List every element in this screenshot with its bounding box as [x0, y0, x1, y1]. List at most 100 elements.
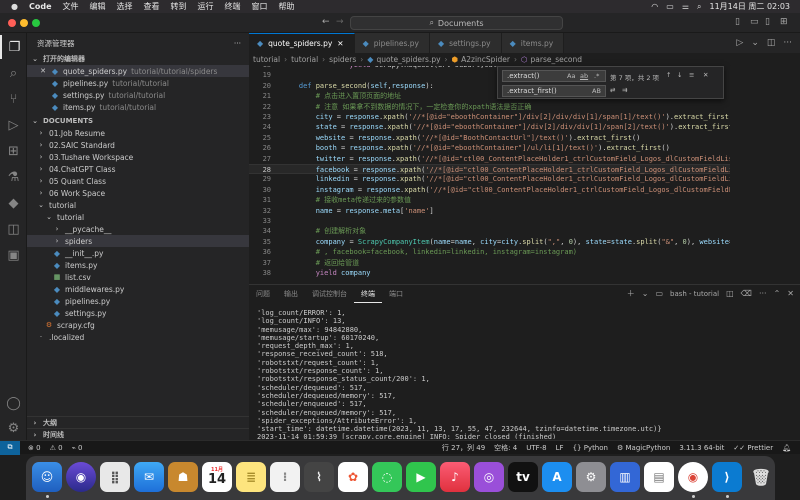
close-icon[interactable]: ✕ [39, 67, 47, 75]
menu-app-code[interactable]: Code [29, 2, 52, 11]
tree-folder[interactable]: › 06 Work Space [27, 187, 249, 199]
warnings-status[interactable]: ⚠ 0 [50, 444, 63, 452]
manage-gear-icon[interactable]: ⚙ [0, 416, 27, 440]
tree-file[interactable]: ◆ pipelines.py [27, 295, 249, 307]
finder-icon[interactable]: ☺ [32, 462, 62, 492]
tab-settings[interactable]: ◆ settings.py [429, 33, 502, 53]
tab-quote-spiders[interactable]: ◆ quote_spiders.py ✕ [249, 33, 355, 53]
tree-folder[interactable]: › __pycache__ [27, 223, 249, 235]
toggle-panel-icon[interactable]: ▭ [750, 17, 759, 27]
tree-folder-open[interactable]: ⌄ tutorial [27, 199, 249, 211]
split-editor-icon[interactable]: ◫ [767, 38, 776, 48]
next-match-icon[interactable]: ↓ [677, 71, 682, 79]
menu-run[interactable]: 运行 [198, 1, 214, 12]
remote-indicator-icon[interactable]: ⧉ [0, 440, 20, 455]
chevron-down-icon[interactable]: ⌄ [751, 38, 759, 48]
apple-icon[interactable]: ● [11, 2, 18, 11]
more-actions-icon[interactable]: ··· [759, 289, 767, 298]
run-debug-icon[interactable]: ▷ [0, 113, 27, 137]
find-in-selection-icon[interactable]: ≡ [689, 71, 694, 79]
ports-status[interactable]: ⌁ 0 [72, 444, 83, 452]
tab-items[interactable]: ◆ items.py [501, 33, 565, 53]
remote-explorer-icon[interactable]: ▣ [0, 243, 27, 267]
messages-icon[interactable]: ◌ [372, 462, 402, 492]
maximize-panel-icon[interactable]: ⌃ [774, 289, 781, 298]
tab-problems[interactable]: 问题 [249, 285, 277, 303]
run-python-icon[interactable]: ▷ [736, 38, 743, 48]
tree-folder[interactable]: › 05 Quant Class [27, 175, 249, 187]
podcasts-icon[interactable]: ◎ [474, 462, 504, 492]
menu-file[interactable]: 文件 [63, 1, 79, 12]
preview-icon[interactable]: ▤ [644, 462, 674, 492]
menu-terminal[interactable]: 终端 [225, 1, 241, 12]
tree-folder[interactable]: › spiders [27, 235, 249, 247]
breadcrumb-item[interactable]: spiders [329, 55, 356, 64]
tree-file[interactable]: ◆ settings.py [27, 307, 249, 319]
open-editor-item[interactable]: ◆ pipelines.py tutorial/tutorial [27, 77, 249, 89]
replace-input[interactable]: .extract_first() [502, 85, 606, 97]
close-icon[interactable]: ✕ [337, 39, 343, 48]
menu-view[interactable]: 查看 [144, 1, 160, 12]
tree-folder[interactable]: › 01.Job Resume [27, 127, 249, 139]
back-arrow-icon[interactable]: ← [322, 17, 330, 27]
minimize-window-button[interactable] [20, 19, 28, 27]
timeline-header[interactable]: › 时间线 [27, 428, 249, 440]
notes-icon[interactable]: ≣ [236, 462, 266, 492]
preserve-case-toggle[interactable]: AB [592, 87, 601, 95]
tree-folder-open[interactable]: ⌄ tutorial [27, 211, 249, 223]
open-editor-item[interactable]: ✕ ◆ quote_spiders.py tutorial/tutorial/s… [27, 65, 249, 77]
wifi-icon[interactable]: ◠ [651, 2, 658, 11]
menubar-datetime[interactable]: 11月14日 周二 02:03 [710, 1, 791, 12]
command-center-search[interactable]: ⌕ Documents [350, 16, 563, 30]
calendar-icon[interactable]: 11月 14 [202, 462, 232, 492]
tab-debug-console[interactable]: 调试控制台 [305, 285, 354, 303]
control-center-icon[interactable]: ⚌ [682, 2, 689, 11]
regex-toggle[interactable]: .* [594, 72, 599, 80]
tab-ports[interactable]: 端口 [382, 285, 410, 303]
battery-icon[interactable]: ▭ [666, 2, 674, 11]
tree-file[interactable]: ⚙ scrapy.cfg [27, 319, 249, 331]
system-settings-icon[interactable]: ⚙ [576, 462, 606, 492]
errors-status[interactable]: ⊗ 0 [28, 444, 41, 452]
prettier-status[interactable]: ✓✓ Prettier [733, 444, 773, 452]
outline-header[interactable]: › 大纲 [27, 416, 249, 428]
virtual-machine-icon[interactable]: ▥ [610, 462, 640, 492]
account-icon[interactable]: ◯ [0, 391, 27, 415]
tab-pipelines[interactable]: ◆ pipelines.py [354, 33, 430, 53]
breadcrumb-item[interactable]: tutorial [253, 55, 280, 64]
tab-output[interactable]: 输出 [277, 285, 305, 303]
tree-folder[interactable]: › 02.SAIC Standard [27, 139, 249, 151]
tree-file[interactable]: ▦ list.csv [27, 271, 249, 283]
toggle-sidebar-icon[interactable]: ▯ [735, 17, 740, 27]
launchpad-icon[interactable]: ⣿ [100, 462, 130, 492]
tree-file[interactable]: · .localized [27, 331, 249, 343]
magicpython-status[interactable]: ⚙ MagicPython [617, 444, 670, 452]
search-view-icon[interactable]: ⌕ [0, 61, 27, 85]
open-editors-header[interactable]: ⌄ 打开的编辑器 [27, 53, 249, 65]
freeform-icon[interactable]: ⌇ [304, 462, 334, 492]
tab-terminal[interactable]: 终端 [354, 285, 382, 303]
forward-arrow-icon[interactable]: → [336, 17, 344, 27]
replace-all-icon[interactable]: ⇉ [622, 86, 627, 94]
breadcrumb-item[interactable]: parse_second [531, 55, 582, 64]
tree-file[interactable]: ◆ __init__.py [27, 247, 249, 259]
contacts-icon[interactable]: ☗ [168, 462, 198, 492]
vscode-icon[interactable]: ⟩ [712, 462, 742, 492]
cursor-position[interactable]: 行 27，列 49 [442, 443, 485, 453]
find-input[interactable]: .extract() [502, 70, 606, 82]
menu-selection[interactable]: 选择 [117, 1, 133, 12]
chrome-icon[interactable]: ◉ [678, 462, 708, 492]
siri-icon[interactable]: ◉ [66, 462, 96, 492]
language-mode[interactable]: {} Python [573, 444, 608, 452]
explorer-icon[interactable]: ❐ [0, 35, 27, 59]
chevron-down-icon[interactable]: ⌄ [642, 289, 649, 298]
facetime-icon[interactable]: ▶ [406, 462, 436, 492]
end-of-line[interactable]: LF [556, 444, 564, 452]
close-icon[interactable]: ✕ [787, 289, 794, 298]
kill-terminal-icon[interactable]: ⌫ [741, 289, 752, 298]
close-icon[interactable]: ✕ [703, 71, 708, 79]
python-interpreter[interactable]: 3.11.3 64-bit [679, 444, 724, 452]
zoom-window-button[interactable] [32, 19, 40, 27]
whole-word-toggle[interactable]: ab [580, 72, 588, 80]
menu-go[interactable]: 转到 [171, 1, 187, 12]
